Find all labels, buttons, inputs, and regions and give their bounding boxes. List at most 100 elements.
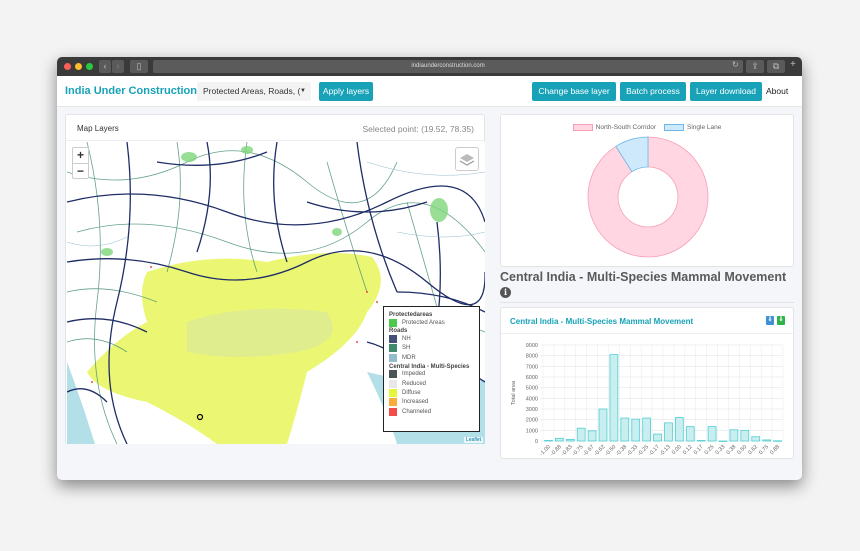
doughnut-chart-card: North-South Corridor Single Lane — [500, 114, 794, 267]
legend-label: Diffuse — [402, 390, 421, 397]
chevron-down-icon: ▼ — [300, 88, 306, 94]
legend-swatch — [389, 379, 397, 388]
x-tick-label: -0.33 — [626, 444, 639, 457]
map-card-header: Map Layers Selected point: (19.52, 78.35… — [66, 115, 484, 141]
app-brand[interactable]: India Under Construction — [65, 85, 197, 97]
layers-icon — [459, 154, 475, 166]
x-tick-label: 0.17 — [693, 444, 705, 456]
legend-swatch — [389, 344, 397, 353]
bar-chart: 0 1000 2000 3000 4000 5000 6000 7000 8000 9000 Tot… — [511, 343, 784, 457]
bar[interactable] — [544, 440, 553, 442]
legend-group-header: Central India - Multi-Species — [389, 363, 470, 370]
address-bar[interactable]: indiaunderconstruction.com — [153, 60, 743, 73]
leaflet-attribution-link[interactable]: Leaflet — [463, 437, 483, 443]
bar[interactable] — [707, 426, 717, 442]
legend-item: Impeded — [389, 370, 474, 379]
minimize-window-button[interactable] — [75, 63, 82, 70]
bar[interactable] — [631, 418, 641, 442]
y-tick-label: 1000 — [526, 428, 538, 434]
y-tick-label: 5000 — [526, 386, 538, 392]
zoom-out-button[interactable]: − — [73, 163, 88, 178]
tabs-icon[interactable]: ⧉ — [767, 60, 785, 73]
info-icon[interactable]: i — [500, 287, 511, 298]
x-tick-label: 0.00 — [671, 444, 683, 456]
legend-swatch — [389, 389, 397, 398]
x-tick-label: -0.17 — [648, 444, 661, 457]
x-tick-label: -1.00 — [539, 444, 552, 457]
download-csv-icon[interactable]: ⇩ — [777, 316, 785, 325]
legend-label: Protected Areas — [402, 319, 445, 326]
y-tick-label: 2000 — [526, 418, 538, 424]
x-tick-label: -0.67 — [582, 444, 595, 457]
zoom-in-button[interactable]: + — [73, 148, 88, 163]
bar[interactable] — [751, 436, 761, 442]
bar[interactable] — [653, 433, 662, 442]
bar[interactable] — [696, 440, 706, 442]
y-tick-label: 7000 — [526, 364, 538, 370]
bar[interactable] — [685, 426, 695, 442]
x-tick-label: 0.38 — [726, 444, 738, 456]
x-tick-label: -0.75 — [571, 444, 584, 457]
legend-item: Reduced — [389, 379, 474, 388]
download-image-icon[interactable]: ⇩ — [766, 316, 774, 325]
x-tick-label: 0.62 — [747, 444, 759, 456]
bar[interactable] — [565, 439, 575, 442]
legend-label: Channeled — [402, 408, 432, 415]
bar[interactable] — [773, 440, 782, 442]
share-icon[interactable]: ⇪ — [746, 60, 764, 73]
batch-process-button[interactable]: Batch process — [620, 82, 686, 101]
x-tick-label: -0.38 — [615, 444, 628, 457]
layer-download-button[interactable]: Layer download — [690, 82, 762, 101]
bar[interactable] — [609, 354, 619, 442]
bar[interactable] — [740, 429, 750, 442]
x-tick-label: -0.13 — [659, 444, 672, 457]
legend-item: SH — [389, 344, 474, 353]
bar[interactable] — [729, 429, 739, 442]
bar[interactable] — [675, 417, 684, 442]
bar[interactable] — [620, 417, 630, 442]
y-tick-label: 3000 — [526, 407, 538, 413]
legend-item: Protected Areas — [389, 318, 474, 327]
back-icon[interactable]: ‹ — [99, 60, 111, 73]
close-window-button[interactable] — [64, 63, 71, 70]
x-tick-label: -0.25 — [637, 444, 650, 457]
change-base-layer-button[interactable]: Change base layer — [532, 82, 616, 101]
bar-card-header: Central India - Multi-Species Mammal Mov… — [501, 308, 793, 334]
y-tick-label: 6000 — [526, 375, 538, 381]
bar[interactable] — [598, 408, 608, 442]
bar[interactable] — [555, 437, 564, 442]
legend-label: Increased — [402, 399, 429, 406]
browser-titlebar: ‹ › ▯ indiaunderconstruction.com ↻ ⇪ ⧉ + — [57, 57, 802, 76]
maximize-window-button[interactable] — [86, 63, 93, 70]
x-tick-label: 0.75 — [758, 444, 770, 456]
legend-swatch — [389, 407, 397, 416]
bar[interactable] — [718, 440, 728, 442]
bar-card-title: Central India - Multi-Species Mammal Mov… — [510, 317, 694, 326]
legend-label: Reduced — [402, 380, 427, 387]
layer-select[interactable]: Protected Areas, Roads, ( ▼ — [197, 82, 311, 101]
new-tab-icon[interactable]: + — [790, 59, 796, 70]
bar[interactable] — [587, 430, 597, 442]
legend-swatch — [389, 353, 397, 362]
selected-point-readout: Selected point: (19.52, 78.35) — [362, 124, 474, 134]
sidebar-icon[interactable]: ▯ — [130, 60, 148, 73]
x-tick-label: -0.50 — [604, 444, 617, 457]
section-title: Central India - Multi-Species Mammal Mov… — [500, 270, 787, 284]
x-tick-label: 0.50 — [736, 444, 748, 456]
leaflet-map[interactable]: + − Protectedareas Protected Areas Roads NH… — [67, 142, 485, 444]
y-tick-label: 4000 — [526, 396, 538, 402]
reload-icon[interactable]: ↻ — [732, 60, 739, 69]
forward-icon[interactable]: › — [112, 60, 124, 73]
bar[interactable] — [762, 439, 771, 442]
bar[interactable] — [664, 422, 673, 442]
layers-control-button[interactable] — [455, 147, 479, 171]
legend-label: NH — [402, 336, 411, 343]
apply-layers-button[interactable]: Apply layers — [319, 82, 373, 101]
legend-label: Impeded — [402, 371, 426, 378]
legend-item: NH — [389, 334, 474, 344]
bar[interactable] — [642, 417, 651, 442]
x-tick-label: 0.12 — [682, 444, 694, 456]
bar[interactable] — [576, 427, 586, 442]
about-link[interactable]: About — [766, 86, 788, 96]
legend-swatch — [389, 335, 397, 344]
